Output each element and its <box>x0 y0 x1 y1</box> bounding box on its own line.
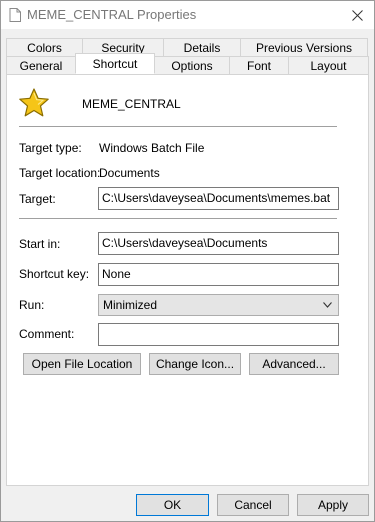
shortcut-key-label: Shortcut key: <box>19 267 90 281</box>
close-button[interactable] <box>340 1 374 29</box>
close-icon <box>351 9 363 21</box>
comment-input[interactable] <box>98 323 339 346</box>
tab-font[interactable]: Font <box>229 56 289 74</box>
run-select[interactable]: Minimized <box>98 294 339 316</box>
title-bar[interactable]: MEME_CENTRAL Properties <box>1 1 374 29</box>
run-select-value: Minimized <box>103 298 158 312</box>
run-label: Run: <box>19 298 45 312</box>
open-file-location-button[interactable]: Open File Location <box>23 353 141 375</box>
window-title: MEME_CENTRAL Properties <box>27 7 197 22</box>
target-location-value: Documents <box>99 166 160 180</box>
document-icon <box>9 8 21 22</box>
start-in-label: Start in: <box>19 237 61 251</box>
tab-options[interactable]: Options <box>154 56 230 74</box>
target-type-value: Windows Batch File <box>99 141 205 155</box>
tab-details[interactable]: Details <box>163 38 241 56</box>
change-icon-button[interactable]: Change Icon... <box>149 353 241 375</box>
shortcut-name: MEME_CENTRAL <box>82 97 181 111</box>
shortcut-key-input[interactable]: None <box>98 263 339 286</box>
cancel-button[interactable]: Cancel <box>217 494 289 516</box>
target-label: Target: <box>19 192 56 206</box>
properties-window: MEME_CENTRAL Properties Colors Security … <box>0 0 375 522</box>
tab-row-upper: Colors Security Details Previous Version… <box>6 38 369 56</box>
divider <box>19 126 337 127</box>
tab-row-lower: General Shortcut Options Font Layout <box>6 53 369 74</box>
tab-layout[interactable]: Layout <box>288 56 369 74</box>
ok-button[interactable]: OK <box>136 494 209 516</box>
shortcut-panel: MEME_CENTRAL Target type: Windows Batch … <box>6 74 369 486</box>
comment-label: Comment: <box>19 327 75 341</box>
start-in-input[interactable]: C:\Users\daveysea\Documents <box>98 232 339 255</box>
target-location-label: Target location: <box>19 166 101 180</box>
divider <box>19 218 337 219</box>
apply-button[interactable]: Apply <box>297 494 369 516</box>
tab-colors[interactable]: Colors <box>6 38 83 56</box>
target-type-label: Target type: <box>19 141 82 155</box>
chevron-down-icon <box>323 302 332 308</box>
star-icon <box>19 88 49 117</box>
tab-general[interactable]: General <box>6 56 76 74</box>
advanced-button[interactable]: Advanced... <box>249 353 339 375</box>
tab-shortcut[interactable]: Shortcut <box>75 53 155 74</box>
target-input[interactable]: C:\Users\daveysea\Documents\memes.bat <box>98 187 339 210</box>
tab-previous-versions[interactable]: Previous Versions <box>240 38 368 56</box>
